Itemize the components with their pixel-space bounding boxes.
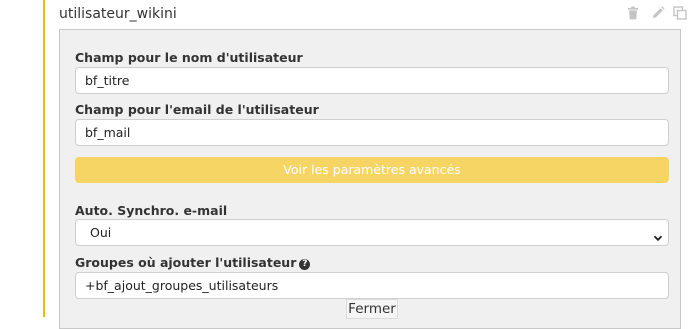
chevron-down-icon <box>653 228 663 242</box>
block-accent-bar <box>43 0 45 317</box>
username-field-input[interactable] <box>75 67 669 94</box>
pencil-icon[interactable] <box>651 5 665 19</box>
close-button[interactable]: Fermer <box>346 299 398 319</box>
trash-icon[interactable] <box>626 5 640 20</box>
auto-sync-select[interactable]: Oui <box>75 219 669 246</box>
advanced-settings-button[interactable]: Voir les paramètres avancés <box>75 157 669 183</box>
email-field-input[interactable] <box>75 119 669 146</box>
groups-field-label-text: Groupes où ajouter l'utilisateur <box>75 255 297 270</box>
auto-sync-selected-value: Oui <box>90 225 112 240</box>
groups-field-input[interactable] <box>75 272 669 299</box>
question-circle-icon[interactable]: ? <box>299 259 311 270</box>
groups-field-label: Groupes où ajouter l'utilisateur? <box>75 255 311 270</box>
settings-panel: Champ pour le nom d'utilisateur Champ po… <box>59 29 681 329</box>
copy-icon[interactable] <box>673 5 687 20</box>
auto-sync-label: Auto. Synchro. e-mail <box>75 203 228 218</box>
username-field-label: Champ pour le nom d'utilisateur <box>75 50 303 65</box>
email-field-label: Champ pour l'email de l'utilisateur <box>75 102 319 117</box>
block-title: utilisateur_wikini <box>59 6 177 22</box>
